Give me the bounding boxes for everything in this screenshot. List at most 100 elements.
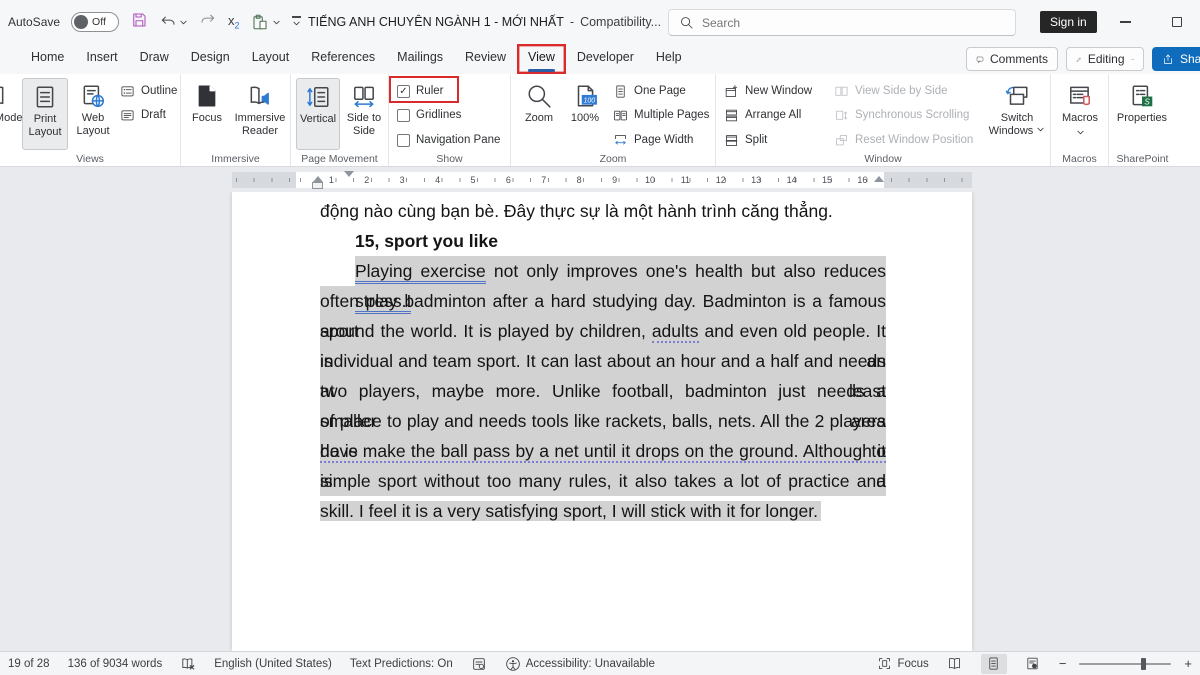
minimize-icon	[1120, 21, 1131, 23]
zoom-slider[interactable]	[1079, 663, 1171, 665]
navigation-pane-checkbox-row[interactable]: Navigation Pane	[397, 129, 500, 151]
customize-toolbar-button[interactable]	[292, 16, 301, 28]
save-button[interactable]	[130, 11, 148, 34]
editor-button[interactable]	[471, 656, 487, 672]
tab-home[interactable]: Home	[20, 44, 75, 74]
outline-view-button[interactable]: Outline	[120, 80, 177, 102]
zoom-100-button[interactable]: 100 100%	[563, 78, 607, 150]
side-to-side-icon	[351, 83, 377, 109]
page-width-button[interactable]: Page Width	[613, 129, 693, 151]
print-layout-view-button[interactable]	[981, 654, 1007, 674]
print-layout-button[interactable]: Print Layout	[22, 78, 68, 150]
document-line[interactable]: two players, maybe more. Unlike football…	[320, 376, 886, 406]
document-line[interactable]: Playing exercise not only improves one's…	[355, 256, 886, 286]
vertical-button[interactable]: Vertical	[296, 78, 340, 150]
tab-layout[interactable]: Layout	[241, 44, 301, 74]
document-line[interactable]: around the world. It is played by childr…	[320, 316, 886, 346]
undo-button[interactable]	[159, 13, 188, 31]
tab-insert[interactable]: Insert	[75, 44, 128, 74]
arrange-all-button[interactable]: Arrange All	[724, 104, 801, 126]
ribbon-group-window: New Window Arrange All Split View Side b…	[716, 74, 1051, 166]
one-page-button[interactable]: One Page	[613, 80, 686, 102]
zoom-in-button[interactable]: +	[1184, 656, 1192, 671]
read-mode-view-button[interactable]	[942, 654, 968, 674]
gridlines-checkbox[interactable]	[397, 109, 410, 122]
zoom-button[interactable]: Zoom	[517, 78, 561, 150]
document-line[interactable]: do is make the ball pass by a net until …	[320, 436, 886, 466]
document-heading[interactable]: 15, sport you like	[355, 226, 886, 256]
sign-in-button[interactable]: Sign in	[1040, 11, 1097, 33]
tab-developer[interactable]: Developer	[566, 44, 645, 74]
search-input[interactable]	[702, 16, 962, 30]
web-layout-view-button[interactable]	[1020, 654, 1046, 674]
document-area[interactable]: động nào cùng bạn bè. Đây thực sự là một…	[0, 192, 1200, 651]
minimize-button[interactable]	[1108, 0, 1142, 44]
properties-button[interactable]: S Properties	[1114, 78, 1170, 150]
macros-button[interactable]: Macros	[1057, 78, 1103, 150]
tab-references[interactable]: References	[300, 44, 386, 74]
tab-design[interactable]: Design	[180, 44, 241, 74]
switch-windows-button[interactable]: Switch Windows	[988, 78, 1046, 150]
document-line[interactable]: individual and team sport. It can last a…	[320, 346, 886, 376]
accessibility-indicator[interactable]: Accessibility: Unavailable	[505, 656, 655, 672]
document-line[interactable]: simple sport without too many rules, it …	[320, 466, 886, 496]
ruler-checkbox[interactable]: ✓	[397, 85, 410, 98]
autosave-toggle[interactable]: Off	[71, 12, 119, 32]
split-button[interactable]: Split	[724, 129, 767, 151]
navigation-pane-checkbox[interactable]	[397, 134, 410, 147]
read-mode-button[interactable]: Read Mode	[0, 78, 24, 150]
redo-button[interactable]	[199, 11, 217, 34]
first-line-indent-marker[interactable]	[344, 171, 354, 177]
comments-button[interactable]: Comments	[966, 47, 1058, 71]
document-text[interactable]: động nào cùng bạn bè. Đây thực sự là một…	[320, 196, 886, 526]
page-indicator[interactable]: 19 of 28	[8, 658, 50, 670]
tab-draw[interactable]: Draw	[129, 44, 180, 74]
proofing-icon	[180, 656, 196, 672]
language-indicator[interactable]: English (United States)	[214, 658, 332, 670]
paste-button[interactable]	[251, 13, 281, 31]
side-to-side-button[interactable]: Side to Side	[343, 78, 385, 150]
document-line[interactable]: skill. I feel it is a very satisfying sp…	[320, 496, 886, 526]
document-page[interactable]: động nào cùng bạn bè. Đây thực sự là một…	[232, 192, 972, 651]
share-button[interactable]: Share	[1152, 47, 1200, 71]
proofing-errors-button[interactable]	[180, 656, 196, 672]
zoom-out-button[interactable]: −	[1059, 656, 1067, 671]
gridlines-checkbox-row[interactable]: Gridlines	[397, 104, 461, 126]
right-indent-marker[interactable]	[874, 176, 884, 182]
horizontal-ruler[interactable]: 12345678910111213141516	[232, 172, 972, 188]
zoom-slider-handle[interactable]	[1141, 658, 1146, 670]
new-window-button[interactable]: New Window	[724, 80, 812, 102]
editing-mode-button[interactable]: Editing	[1066, 47, 1144, 71]
left-indent-marker[interactable]	[312, 182, 323, 189]
document-line[interactable]: often play badminton after a hard studyi…	[320, 286, 886, 316]
subscript-button[interactable]: x2	[228, 13, 240, 31]
tab-review[interactable]: Review	[454, 44, 517, 74]
editing-label: Editing	[1088, 52, 1125, 66]
document-line[interactable]: of place to play and needs tools like ra…	[320, 406, 886, 436]
text-predictions-indicator[interactable]: Text Predictions: On	[350, 658, 453, 670]
tab-mailings[interactable]: Mailings	[386, 44, 454, 74]
zoom-100-icon: 100	[572, 83, 598, 109]
ruler-number: 10	[645, 175, 655, 185]
draft-view-button[interactable]: Draft	[120, 104, 166, 126]
draft-icon	[120, 108, 135, 123]
multiple-pages-button[interactable]: Multiple Pages	[613, 104, 709, 126]
ruler-checkbox-row[interactable]: ✓ Ruler	[397, 80, 443, 102]
autosave-label: AutoSave	[8, 15, 60, 29]
document-title[interactable]: TIẾNG ANH CHUYÊN NGÀNH 1 - MỚI NHẤT - Co…	[308, 0, 676, 44]
print-layout-icon	[986, 656, 1001, 671]
document-line[interactable]: động nào cùng bạn bè. Đây thực sự là một…	[320, 196, 886, 226]
ruler-number: 3	[400, 175, 405, 185]
web-layout-button[interactable]: Web Layout	[70, 78, 116, 150]
tab-help[interactable]: Help	[645, 44, 693, 74]
paste-icon	[251, 13, 269, 31]
restore-window-button[interactable]	[1160, 0, 1194, 44]
focus-button[interactable]: Focus	[186, 78, 228, 150]
search-box[interactable]	[668, 9, 1016, 36]
focus-mode-button[interactable]: Focus	[877, 656, 928, 671]
ribbon-view-tab-content: Read Mode Print Layout Web Layout Outlin…	[0, 74, 1200, 167]
word-count[interactable]: 136 of 9034 words	[68, 658, 163, 670]
immersive-reader-button[interactable]: Immersive Reader	[231, 78, 289, 150]
save-icon	[130, 11, 148, 29]
tab-view[interactable]: View	[517, 44, 566, 74]
